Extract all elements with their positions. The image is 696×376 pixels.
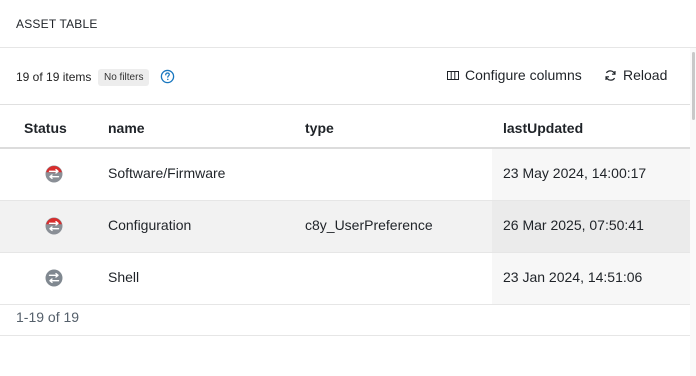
page-header: ASSET TABLE (0, 0, 696, 48)
row-name: Configuration (108, 217, 192, 233)
table-header-row: Status name type lastUpdated (0, 105, 690, 149)
table-row[interactable]: Shell 23 Jan 2024, 14:51:06 (0, 253, 690, 305)
pagination-footer: 1-19 of 19 (0, 299, 690, 336)
item-count: 19 of 19 items (16, 70, 92, 84)
table-row[interactable]: Software/Firmware 23 May 2024, 14:00:17 (0, 149, 690, 201)
row-last-updated-cell: 26 Mar 2025, 07:50:41 (492, 201, 690, 252)
connection-status-icon (45, 217, 63, 235)
filter-badge: No filters (98, 69, 150, 86)
help-icon[interactable] (160, 69, 175, 84)
column-header-status[interactable]: Status (24, 120, 67, 136)
row-last-updated-cell: 23 May 2024, 14:00:17 (492, 149, 690, 200)
connection-status-icon (45, 165, 63, 183)
reload-button[interactable]: Reload (604, 67, 667, 83)
column-header-name[interactable]: name (108, 120, 145, 136)
configure-columns-label: Configure columns (465, 67, 582, 83)
table-toolbar: 19 of 19 items No filters Configure colu… (0, 48, 690, 105)
row-last-updated: 23 Jan 2024, 14:51:06 (503, 269, 643, 285)
connection-status-unknown-icon (45, 269, 63, 287)
row-name: Shell (108, 269, 140, 285)
pagination-label: 1-19 of 19 (16, 309, 80, 325)
row-last-updated-cell: 23 Jan 2024, 14:51:06 (492, 253, 690, 304)
row-last-updated: 26 Mar 2025, 07:50:41 (503, 217, 644, 233)
row-type: c8y_UserPreference (305, 217, 433, 233)
reload-label: Reload (623, 67, 668, 83)
table-row[interactable]: Configuration c8y_UserPreference 26 Mar … (0, 201, 690, 253)
columns-icon (447, 70, 459, 80)
refresh-icon (605, 69, 616, 81)
asset-table: Status name type lastUpdated Software/Fi… (0, 105, 690, 305)
page-title: ASSET TABLE (16, 17, 98, 31)
row-name: Software/Firmware (108, 165, 226, 181)
column-header-last-updated[interactable]: lastUpdated (503, 120, 583, 136)
scrollbar-thumb[interactable] (692, 52, 695, 120)
column-header-type[interactable]: type (305, 120, 334, 136)
configure-columns-button[interactable]: Configure columns (447, 67, 582, 83)
row-last-updated: 23 May 2024, 14:00:17 (503, 165, 647, 181)
